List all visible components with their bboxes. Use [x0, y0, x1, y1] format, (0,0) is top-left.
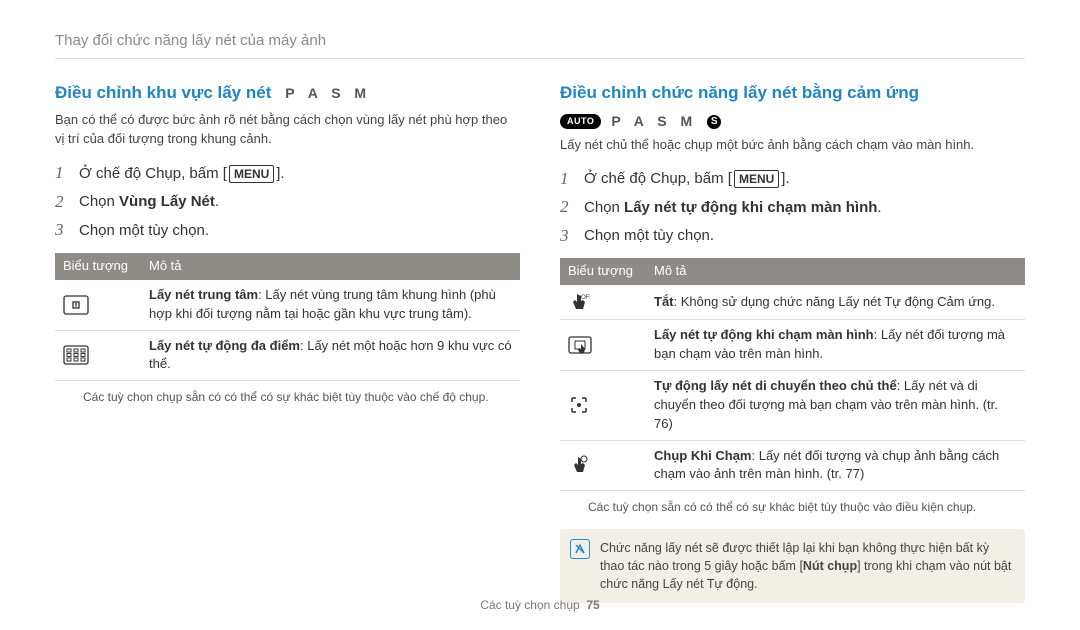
th-desc: Mô tả	[646, 258, 1025, 285]
tip-bold: Nút chụp	[803, 559, 857, 573]
step-text: Chọn một tùy chọn.	[584, 225, 714, 247]
table-row: Lấy nét tự động đa điểm: Lấy nét một hoặ…	[55, 330, 520, 381]
row-text: : Không sử dụng chức năng Lấy nét Tự độn…	[674, 294, 996, 309]
center-focus-icon	[55, 280, 141, 330]
right-options-table: Biểu tượng Mô tả OFF Tắt: Không sử dụng …	[560, 258, 1025, 491]
left-options-table: Biểu tượng Mô tả Lấy nét trung tâm: Lấy …	[55, 253, 520, 381]
touch-af-icon	[560, 320, 646, 371]
left-modes: P A S M	[285, 85, 371, 101]
left-intro: Bạn có thể có được bức ảnh rõ nét bằng c…	[55, 111, 520, 149]
table-row: Lấy nét trung tâm: Lấy nét vùng trung tâ…	[55, 280, 520, 330]
step-text: .	[877, 199, 881, 216]
footer-label: Các tuỳ chọn chụp	[480, 598, 579, 612]
tip-box: Chức năng lấy nét sẽ được thiết lập lại …	[560, 529, 1025, 603]
step-text: ].	[276, 165, 284, 182]
table-row: OFF Tắt: Không sử dụng chức năng Lấy nét…	[560, 285, 1025, 320]
footer-page: 75	[586, 598, 599, 612]
page-footer: Các tuỳ chọn chụp 75	[0, 597, 1080, 614]
row-bold: Lấy nét trung tâm	[149, 287, 258, 302]
right-steps: 1 Ở chế độ Chụp, bấm [MENU]. 2 Chọn Lấy …	[560, 167, 1025, 249]
th-desc: Mô tả	[141, 253, 520, 280]
step-bold: Vùng Lấy Nét	[119, 193, 215, 210]
step-number: 3	[560, 224, 584, 249]
step-text: Chọn	[79, 193, 119, 210]
left-title: Điều chỉnh khu vực lấy nét	[55, 83, 271, 102]
s-pill-icon: S	[707, 115, 721, 129]
th-icon: Biểu tượng	[55, 253, 141, 280]
step-text: Chọn một tùy chọn.	[79, 220, 209, 242]
tracking-af-icon	[560, 370, 646, 440]
step-text: Ở chế độ Chụp, bấm [	[584, 170, 732, 187]
right-column: Điều chỉnh chức năng lấy nét bằng cảm ứn…	[560, 81, 1025, 603]
step-number: 2	[55, 190, 79, 215]
step-text: ].	[781, 170, 789, 187]
row-bold: Tắt	[654, 294, 674, 309]
step-text: .	[215, 193, 219, 210]
row-bold: Chụp Khi Chạm	[654, 448, 752, 463]
multi-focus-icon	[55, 330, 141, 381]
left-steps: 1 Ở chế độ Chụp, bấm [MENU]. 2 Chọn Vùng…	[55, 161, 520, 243]
step-number: 2	[560, 195, 584, 220]
svg-text:OFF: OFF	[581, 295, 590, 301]
step-text: Chọn	[584, 199, 624, 216]
step-bold: Lấy nét tự động khi chạm màn hình	[624, 199, 877, 216]
info-icon	[570, 539, 590, 559]
row-bold: Lấy nét tự động đa điểm	[149, 338, 300, 353]
auto-pill-icon: AUTO	[560, 114, 601, 129]
off-touch-icon: OFF	[560, 285, 646, 320]
step-number: 1	[560, 167, 584, 192]
step-number: 3	[55, 218, 79, 243]
step-number: 1	[55, 161, 79, 186]
touch-shot-icon	[560, 440, 646, 491]
right-intro: Lấy nét chủ thể hoặc chụp một bức ảnh bằ…	[560, 136, 1025, 155]
right-modes: P A S M	[611, 111, 697, 131]
right-title: Điều chỉnh chức năng lấy nét bằng cảm ứn…	[560, 83, 919, 102]
step-text: Ở chế độ Chụp, bấm [	[79, 165, 227, 182]
row-bold: Tự động lấy nét di chuyển theo chủ thể	[654, 378, 897, 393]
menu-icon: MENU	[734, 170, 779, 188]
left-column: Điều chỉnh khu vực lấy nét P A S M Bạn c…	[55, 81, 520, 603]
right-note: Các tuỳ chọn sẵn có có thể có sự khác bi…	[588, 499, 1025, 516]
row-bold: Lấy nét tự động khi chạm màn hình	[654, 327, 874, 342]
th-icon: Biểu tượng	[560, 258, 646, 285]
table-row: Lấy nét tự động khi chạm màn hình: Lấy n…	[560, 320, 1025, 371]
menu-icon: MENU	[229, 165, 274, 183]
table-row: Chụp Khi Chạm: Lấy nét đối tượng và chụp…	[560, 440, 1025, 491]
left-note: Các tuỳ chọn chụp sẵn có có thể có sự kh…	[83, 389, 520, 406]
page-header: Thay đổi chức năng lấy nét của máy ảnh	[55, 30, 1025, 59]
table-row: Tự động lấy nét di chuyển theo chủ thể: …	[560, 370, 1025, 440]
